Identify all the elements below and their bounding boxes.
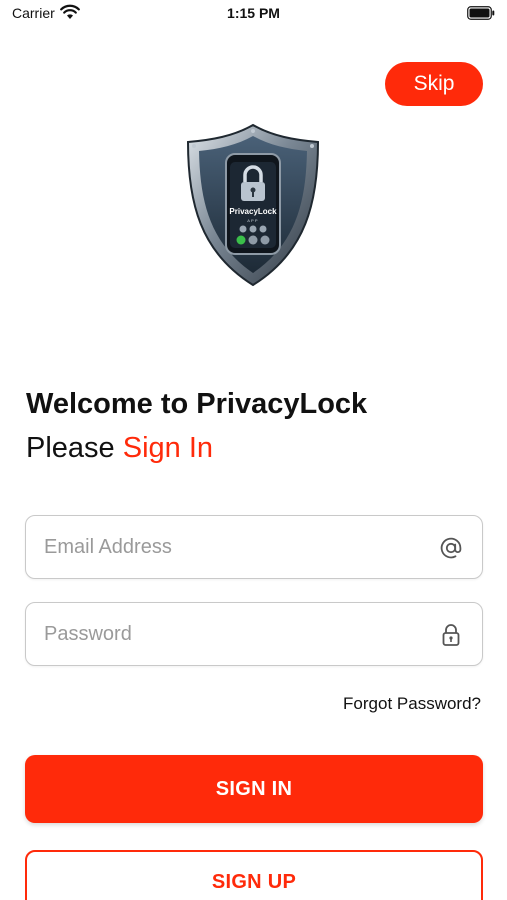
battery-icon xyxy=(467,6,495,20)
email-input[interactable] xyxy=(44,516,424,578)
padlock-icon xyxy=(442,624,460,646)
sign-up-button[interactable]: SIGN UP xyxy=(25,850,483,900)
password-input[interactable] xyxy=(44,603,424,665)
status-time: 1:15 PM xyxy=(227,5,280,21)
status-bar: Carrier 1:15 PM xyxy=(0,0,507,28)
logo-subtext: APP xyxy=(247,218,259,223)
skip-button[interactable]: Skip xyxy=(385,62,483,106)
password-field[interactable] xyxy=(25,602,483,666)
welcome-heading: Welcome to PrivacyLock xyxy=(26,388,368,420)
sign-in-subheading: Please Sign In xyxy=(26,432,213,465)
logo-text: PrivacyLock xyxy=(229,207,277,216)
shield-phone-lock-logo: PrivacyLock APP xyxy=(186,123,320,287)
sign-in-button[interactable]: SIGN IN xyxy=(25,755,483,823)
sign-in-accent: Sign In xyxy=(122,432,214,464)
sign-in-prefix: Please xyxy=(26,432,123,464)
at-sign-icon xyxy=(440,537,462,559)
email-field[interactable] xyxy=(25,515,483,579)
forgot-password-link[interactable]: Forgot Password? xyxy=(343,694,481,714)
